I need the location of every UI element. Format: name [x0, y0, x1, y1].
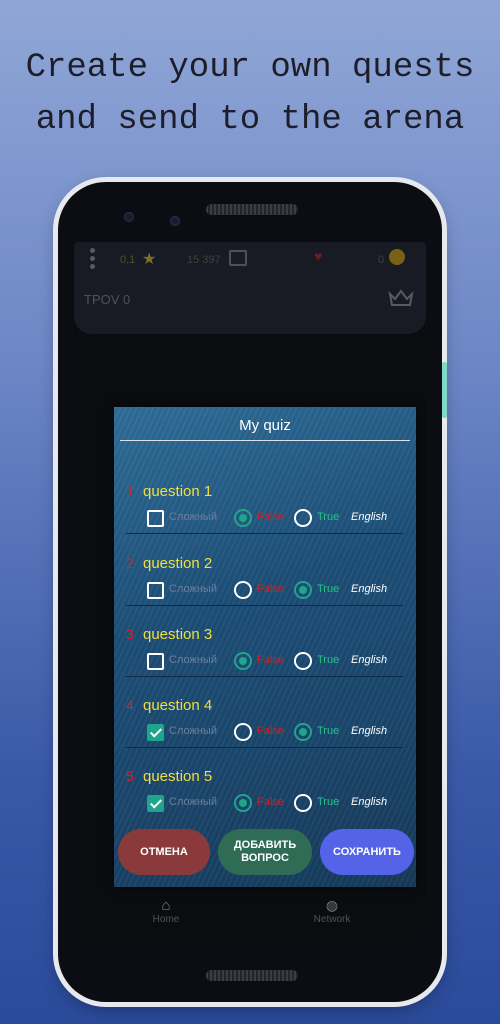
difficulty-checkbox[interactable]: [147, 510, 164, 527]
crown-icon[interactable]: [388, 288, 414, 308]
home-icon: ⌂: [161, 897, 171, 914]
true-radio[interactable]: [294, 723, 312, 741]
question-row: 1 question 1 Сложный False True English: [114, 483, 416, 553]
coins-value: 0: [378, 254, 385, 266]
false-radio[interactable]: [234, 794, 252, 812]
row-divider: [126, 747, 403, 748]
difficulty-label: Сложный: [169, 725, 217, 737]
save-button[interactable]: СОХРАНИТЬ: [320, 829, 414, 875]
language-label[interactable]: English: [351, 796, 387, 808]
bottom-speaker: [206, 970, 298, 981]
difficulty-label: Сложный: [169, 583, 217, 595]
headline-line-2: and send to the arena: [35, 101, 465, 139]
language-label[interactable]: English: [351, 511, 387, 523]
add-question-button[interactable]: ДОБАВИТЬ ВОПРОС: [218, 829, 312, 875]
false-radio[interactable]: [234, 509, 252, 527]
nav-network-label: Network: [313, 914, 351, 925]
power-button: [442, 472, 447, 582]
question-row: 4 question 4 Сложный False True English: [114, 697, 416, 767]
quiz-dialog: My quiz 1 question 1 Сложный False True …: [114, 407, 416, 887]
question-text[interactable]: question 3: [143, 626, 212, 643]
false-label: False: [257, 725, 284, 737]
row-divider: [126, 605, 403, 606]
false-radio[interactable]: [234, 723, 252, 741]
front-camera-icon: [170, 216, 180, 226]
nav-network[interactable]: ◍ Network: [292, 897, 372, 925]
true-label: True: [317, 511, 340, 523]
add-button-label-line1: ДОБАВИТЬ: [233, 839, 297, 851]
true-radio[interactable]: [294, 652, 312, 670]
difficulty-checkbox[interactable]: [147, 795, 164, 812]
menu-icon[interactable]: [90, 248, 95, 272]
earpiece-speaker: [206, 204, 298, 215]
question-number: 5: [126, 768, 134, 784]
difficulty-checkbox[interactable]: [147, 582, 164, 599]
question-text[interactable]: question 2: [143, 555, 212, 572]
promo-headline: Create your own quests and send to the a…: [0, 42, 500, 146]
difficulty-label: Сложный: [169, 796, 217, 808]
true-label: True: [317, 654, 340, 666]
question-row: 2 question 2 Сложный False True English: [114, 555, 416, 625]
false-radio[interactable]: [234, 652, 252, 670]
coin-icon: [389, 249, 405, 265]
title-divider: [120, 440, 410, 441]
difficulty-label: Сложный: [169, 654, 217, 666]
heart-icon: ♥: [314, 248, 323, 264]
dialog-title: My quiz: [239, 417, 291, 434]
language-label[interactable]: English: [351, 654, 387, 666]
false-label: False: [257, 796, 284, 808]
true-radio[interactable]: [294, 581, 312, 599]
true-radio[interactable]: [294, 794, 312, 812]
app-screen: 0,1 ★ 15 397 ♥ 0 TPOV 0 + ⌂ Home ◍ Netwo…: [74, 242, 426, 942]
headline-line-1: Create your own quests: [25, 49, 475, 87]
question-number: 3: [126, 626, 134, 642]
difficulty-checkbox[interactable]: [147, 653, 164, 670]
cancel-button-label: ОТМЕНА: [140, 845, 188, 858]
player-name: TPOV 0: [84, 292, 131, 307]
false-label: False: [257, 654, 284, 666]
false-radio[interactable]: [234, 581, 252, 599]
points-value: 15 397: [187, 254, 221, 266]
false-label: False: [257, 583, 284, 595]
question-number: 2: [126, 555, 134, 571]
phone-frame: 0,1 ★ 15 397 ♥ 0 TPOV 0 + ⌂ Home ◍ Netwo…: [58, 182, 447, 1002]
rating-value: 0,1: [120, 254, 136, 266]
true-label: True: [317, 725, 340, 737]
true-label: True: [317, 796, 340, 808]
true-label: True: [317, 583, 340, 595]
true-radio[interactable]: [294, 509, 312, 527]
difficulty-label: Сложный: [169, 511, 217, 523]
false-label: False: [257, 511, 284, 523]
language-label[interactable]: English: [351, 725, 387, 737]
language-label[interactable]: English: [351, 583, 387, 595]
add-button-label-line2: ВОПРОС: [241, 852, 289, 864]
wallet-icon: [229, 250, 247, 266]
question-row: 3 question 3 Сложный False True English: [114, 626, 416, 696]
save-button-label: СОХРАНИТЬ: [333, 845, 401, 858]
question-text[interactable]: question 5: [143, 768, 212, 785]
question-number: 1: [126, 483, 134, 499]
nav-home[interactable]: ⌂ Home: [126, 897, 206, 925]
volume-button: [442, 362, 447, 418]
difficulty-checkbox[interactable]: [147, 724, 164, 741]
nav-home-label: Home: [152, 914, 180, 925]
question-text[interactable]: question 4: [143, 697, 212, 714]
globe-icon: ◍: [325, 897, 339, 913]
question-text[interactable]: question 1: [143, 483, 212, 500]
star-icon: ★: [142, 251, 157, 268]
row-divider: [126, 676, 403, 677]
sensor-icon: [124, 212, 134, 222]
app-top-bar: 0,1 ★ 15 397 ♥ 0 TPOV 0: [74, 242, 426, 334]
cancel-button[interactable]: ОТМЕНА: [118, 829, 210, 875]
question-number: 4: [126, 697, 134, 713]
row-divider: [126, 533, 403, 534]
question-row: 5 question 5 Сложный False True English: [114, 768, 416, 838]
